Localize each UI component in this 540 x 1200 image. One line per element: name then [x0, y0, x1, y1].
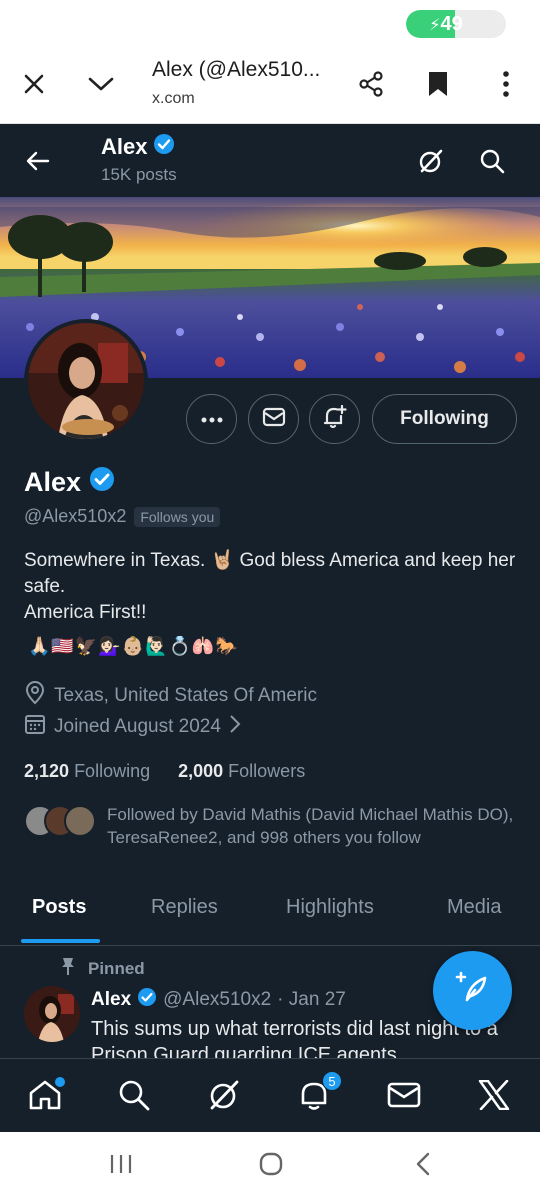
profile-header-bar: Alex 15K posts [0, 125, 540, 197]
profile-location: Texas, United States Of Americ [54, 685, 317, 706]
profile-name: Alex [24, 467, 82, 497]
recent-apps-button[interactable] [101, 1150, 141, 1182]
following-stat[interactable]: 2,120 Following [24, 761, 150, 782]
avatar [64, 805, 96, 837]
verified-icon [89, 466, 115, 499]
joined-row[interactable]: Joined August 2024 [24, 713, 241, 741]
nav-messages[interactable] [382, 1075, 426, 1119]
pinned-label: Pinned [88, 958, 145, 978]
post-header: Alex @Alex510x2 · Jan 27 [91, 987, 346, 1013]
system-navigation-bar [0, 1132, 540, 1200]
system-back-button[interactable] [403, 1150, 443, 1182]
recent-apps-icon [109, 1153, 133, 1180]
profile-avatar[interactable] [24, 319, 148, 443]
nav-notifications[interactable]: 5 [292, 1071, 342, 1119]
more-vertical-icon[interactable] [488, 66, 524, 102]
avatar [28, 323, 144, 439]
page-url[interactable]: x.com [152, 90, 195, 108]
location-row: Texas, United States Of Americ [24, 681, 317, 711]
mail-icon [262, 407, 286, 432]
verified-icon [137, 987, 157, 1013]
chevron-down-icon[interactable] [83, 66, 119, 102]
home-circle-icon [258, 1151, 284, 1182]
posts-count: 15K posts [101, 165, 177, 184]
header-name: Alex [101, 134, 148, 159]
post-author-avatar[interactable] [24, 986, 80, 1042]
tab-posts[interactable]: Posts [32, 896, 86, 919]
profile-tabs: Posts Replies Highlights Media [0, 876, 540, 946]
charging-icon: ⚡ [429, 17, 441, 34]
tab-replies[interactable]: Replies [151, 896, 218, 919]
chevron-left-icon [415, 1152, 431, 1181]
home-badge-dot [55, 1077, 65, 1087]
post-author-name[interactable]: Alex [91, 989, 131, 1011]
close-icon[interactable] [16, 66, 52, 102]
profile-bio: Somewhere in Texas. 🤘🏼 God bless America… [24, 550, 516, 623]
followed-by-text: Followed by David Mathis (David Michael … [107, 805, 514, 847]
grok-icon[interactable] [411, 141, 451, 181]
compose-button[interactable] [433, 951, 512, 1030]
search-icon[interactable] [472, 141, 512, 181]
status-bar: ⚡49 [0, 0, 540, 48]
active-tab-indicator [21, 939, 100, 943]
browser-toolbar: Alex (@Alex510... x.com [0, 48, 540, 124]
bio-emoji-line: 🙏🏻🇺🇸🦅💁🏻‍♀️👶🏼🙋🏻‍♂️💍🫁🐎 [28, 636, 239, 657]
compose-icon [455, 970, 491, 1011]
notifications-badge: 5 [322, 1071, 342, 1091]
pinned-label-row: Pinned [60, 956, 145, 981]
post-author-handle[interactable]: @Alex510x2 [163, 989, 271, 1011]
bell-plus-icon [322, 404, 348, 435]
post-date: · Jan 27 [277, 989, 346, 1010]
search-icon [118, 1079, 150, 1116]
following-button[interactable]: Following [372, 394, 517, 444]
grok-icon [208, 1079, 240, 1116]
followed-by-row[interactable]: Followed by David Mathis (David Michael … [24, 803, 524, 851]
message-button[interactable] [248, 394, 299, 444]
mail-icon [387, 1081, 421, 1114]
calendar-icon [24, 713, 46, 741]
nav-x[interactable] [472, 1075, 516, 1119]
profile-handle: @Alex510x2 [24, 506, 127, 526]
tab-highlights[interactable]: Highlights [286, 896, 374, 919]
battery-indicator: ⚡49 [406, 10, 506, 38]
verified-icon [153, 133, 175, 161]
nav-search[interactable] [112, 1075, 156, 1119]
more-options-button[interactable] [186, 394, 237, 444]
back-arrow-icon[interactable] [18, 141, 58, 181]
follows-you-badge: Follows you [134, 506, 221, 527]
home-button[interactable] [251, 1150, 291, 1182]
notify-button[interactable] [309, 394, 360, 444]
x-logo-icon [478, 1079, 510, 1115]
follow-stats: 2,120 Following 2,000 Followers [24, 761, 305, 782]
tab-media[interactable]: Media [447, 896, 501, 919]
profile-joined: Joined August 2024 [54, 716, 221, 737]
bottom-navigation: 5 [0, 1058, 540, 1132]
more-horizontal-icon [201, 410, 223, 428]
bookmark-icon[interactable] [420, 66, 456, 102]
location-icon [24, 681, 46, 711]
page-title: Alex (@Alex510... [152, 58, 321, 81]
share-icon[interactable] [353, 66, 389, 102]
nav-home[interactable] [23, 1075, 67, 1119]
chevron-right-icon [229, 714, 241, 740]
followed-by-avatars [24, 805, 96, 837]
nav-grok[interactable] [202, 1075, 246, 1119]
followers-stat[interactable]: 2,000 Followers [178, 761, 305, 782]
battery-level: 49 [440, 13, 463, 35]
pin-icon [60, 956, 76, 981]
